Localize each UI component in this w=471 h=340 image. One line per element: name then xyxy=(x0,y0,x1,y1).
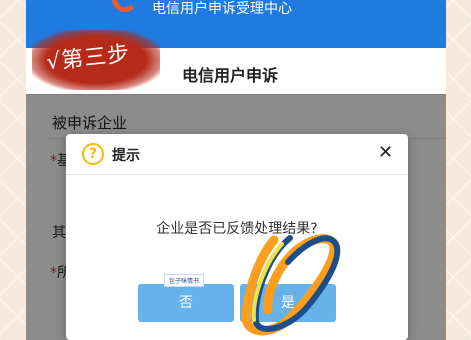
app-title: 电信用户申诉受理中心 xyxy=(152,1,292,17)
page-title: 电信用户申诉 xyxy=(182,66,279,85)
telecom-logo-icon xyxy=(112,0,138,12)
dialog-header: ? 提示 ✕ xyxy=(66,134,408,175)
no-button[interactable]: 否 xyxy=(138,284,234,322)
watermark-sticker: 包子咪情书 xyxy=(164,274,205,287)
question-icon: ? xyxy=(82,143,104,165)
highlight-scribble xyxy=(241,234,341,336)
dialog-title: 提示 xyxy=(112,148,140,164)
close-icon[interactable]: ✕ xyxy=(378,142,393,163)
